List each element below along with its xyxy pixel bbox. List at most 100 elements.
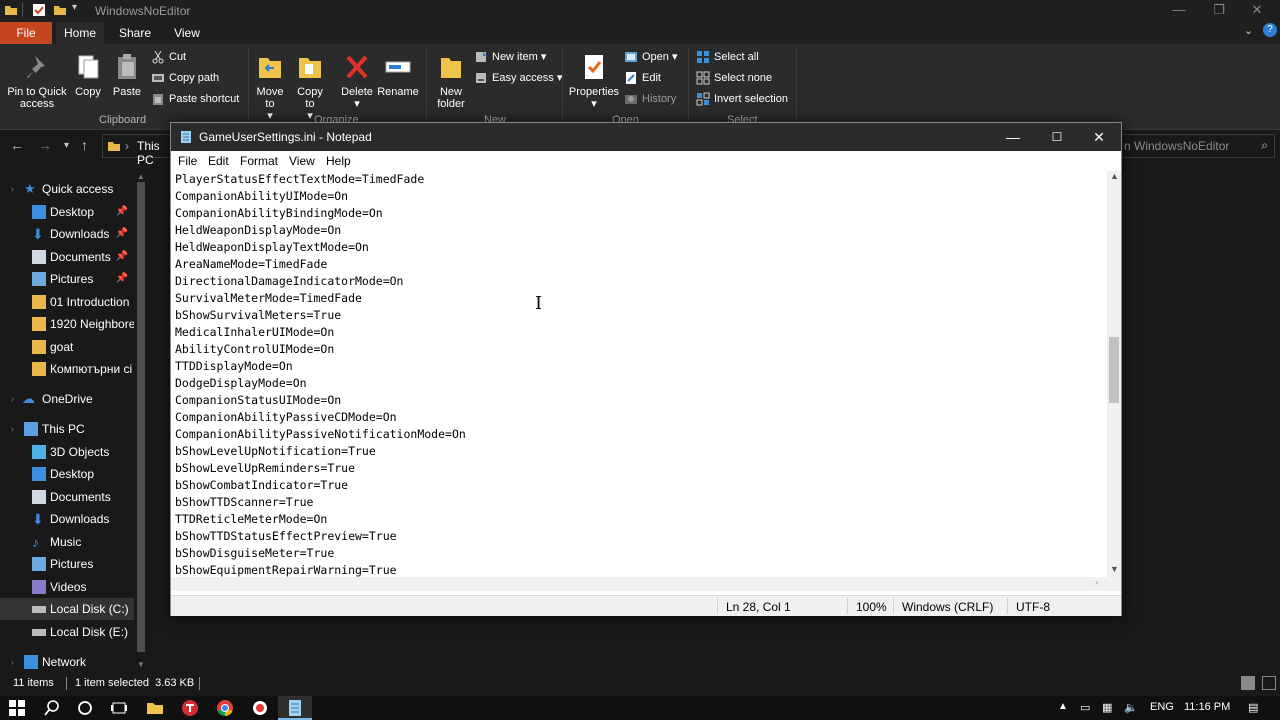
- nav-item-pictures[interactable]: Pictures: [0, 553, 134, 575]
- notepad-close-button[interactable]: ✕: [1077, 123, 1121, 151]
- new-folder-button[interactable]: New folder: [432, 52, 470, 110]
- paste-shortcut-button[interactable]: Paste shortcut: [151, 90, 239, 108]
- notepad-text-area[interactable]: PlayerStatusEffectTextMode=TimedFade Comp…: [171, 171, 1107, 577]
- recent-locations-chevron-icon[interactable]: ▾: [64, 140, 69, 151]
- quick-access-toolbar-chevron-icon[interactable]: ▾: [72, 2, 77, 13]
- tab-home[interactable]: Home: [56, 22, 104, 44]
- details-view-icon[interactable]: [1241, 676, 1255, 690]
- up-arrow-icon[interactable]: ↑: [81, 137, 88, 153]
- scroll-down-icon[interactable]: ▼: [137, 660, 145, 669]
- nav-item-folder[interactable]: 01 Introduction: [0, 291, 134, 313]
- scroll-up-icon[interactable]: ▲: [137, 172, 145, 181]
- app-t-icon[interactable]: [181, 699, 199, 717]
- meet-now-icon[interactable]: ▭: [1080, 701, 1090, 714]
- delete-button[interactable]: Delete ▾: [338, 52, 376, 110]
- tab-share[interactable]: Share: [110, 22, 160, 44]
- breadcrumb-this-pc[interactable]: This PC: [137, 139, 160, 167]
- new-item-button[interactable]: New item ▾: [474, 48, 546, 66]
- notepad-horizontal-scrollbar[interactable]: ›: [171, 577, 1121, 591]
- windows-start-icon[interactable]: [8, 699, 26, 717]
- nav-quick-access[interactable]: › ★ Quick access: [0, 178, 134, 200]
- record-icon[interactable]: [251, 699, 269, 717]
- invert-selection-button[interactable]: Invert selection: [696, 90, 788, 108]
- nav-item-desktop[interactable]: Desktop: [0, 463, 134, 485]
- nav-item-downloads[interactable]: ⬇ Downloads: [0, 508, 134, 530]
- notepad-taskbar-button[interactable]: [278, 696, 312, 720]
- menu-help[interactable]: Help: [326, 154, 351, 168]
- scrollbar-thumb[interactable]: [1109, 337, 1119, 403]
- nav-item-downloads[interactable]: ⬇ Downloads 📌: [0, 223, 134, 245]
- nav-item-documents[interactable]: Documents 📌: [0, 246, 134, 268]
- close-button[interactable]: ✕: [1234, 0, 1280, 22]
- expand-chevron-icon[interactable]: ›: [11, 178, 14, 200]
- clock[interactable]: 11:16 PM: [1184, 701, 1230, 713]
- nav-this-pc[interactable]: › This PC: [0, 418, 134, 440]
- edit-button[interactable]: Edit: [624, 69, 661, 87]
- cut-button[interactable]: Cut: [151, 48, 186, 66]
- network-icon[interactable]: ▦: [1102, 701, 1112, 714]
- notepad-minimize-button[interactable]: —: [991, 123, 1035, 151]
- scroll-right-icon[interactable]: ›: [1095, 577, 1098, 587]
- large-icons-view-icon[interactable]: [1262, 676, 1276, 690]
- properties-button[interactable]: Properties ▾: [566, 52, 622, 110]
- history-button[interactable]: History: [624, 90, 676, 108]
- properties-check-icon[interactable]: [32, 3, 46, 17]
- menu-format[interactable]: Format: [240, 154, 278, 168]
- paste-button[interactable]: Paste: [110, 52, 144, 98]
- nav-item-local-disk-e[interactable]: Local Disk (E:): [0, 621, 134, 643]
- file-explorer-taskbar-icon[interactable]: [146, 699, 164, 717]
- select-all-button[interactable]: Select all: [696, 48, 759, 66]
- nav-item-local-disk-c[interactable]: Local Disk (C:): [0, 598, 134, 620]
- volume-icon[interactable]: 🔈: [1124, 701, 1138, 714]
- menu-file[interactable]: File: [178, 154, 197, 168]
- pin-to-quick-access-button[interactable]: Pin to Quick access: [4, 52, 70, 110]
- expand-chevron-icon[interactable]: ›: [11, 388, 14, 410]
- action-center-icon[interactable]: ▤: [1248, 701, 1258, 714]
- cortana-icon[interactable]: [76, 699, 94, 717]
- new-folder-icon[interactable]: [53, 3, 67, 17]
- copy-to-button[interactable]: Copy to ▾: [294, 52, 326, 122]
- menu-edit[interactable]: Edit: [208, 154, 229, 168]
- expand-chevron-icon[interactable]: ›: [11, 418, 14, 440]
- text-cursor-icon: I: [535, 293, 543, 314]
- notepad-vertical-scrollbar[interactable]: ▲ ▼: [1107, 171, 1121, 577]
- nav-item-desktop[interactable]: Desktop 📌: [0, 201, 134, 223]
- tab-file[interactable]: File: [0, 22, 52, 44]
- nav-network[interactable]: › Network: [0, 651, 134, 673]
- nav-item-videos[interactable]: Videos: [0, 576, 134, 598]
- nav-onedrive[interactable]: › ☁ OneDrive: [0, 388, 134, 410]
- scroll-down-icon[interactable]: ▼: [1110, 564, 1119, 574]
- scrollbar-thumb[interactable]: [137, 182, 145, 652]
- nav-item-documents[interactable]: Documents: [0, 486, 134, 508]
- ribbon-collapse-icon[interactable]: ⌄: [1244, 24, 1253, 37]
- chrome-icon[interactable]: [216, 699, 234, 717]
- address-input[interactable]: › This PC: [102, 134, 172, 167]
- easy-access-button[interactable]: Easy access ▾: [474, 69, 562, 87]
- nav-item-folder[interactable]: goat: [0, 336, 134, 358]
- copy-button[interactable]: Copy: [72, 52, 104, 98]
- nav-item-music[interactable]: ♪ Music: [0, 531, 134, 553]
- notepad-maximize-button[interactable]: ☐: [1035, 123, 1079, 151]
- tab-view[interactable]: View: [164, 22, 210, 44]
- nav-item-folder[interactable]: Компютърни сі: [0, 358, 134, 380]
- help-icon[interactable]: ?: [1263, 23, 1277, 37]
- search-input[interactable]: n WindowsNoEditor ⌕: [1120, 134, 1275, 158]
- move-to-button[interactable]: Move to ▾: [254, 52, 286, 122]
- scroll-up-icon[interactable]: ▲: [1110, 171, 1119, 181]
- nav-item-folder[interactable]: 1920 Neighbore: [0, 313, 134, 335]
- copy-path-button[interactable]: Copy path: [151, 69, 219, 87]
- forward-arrow-icon[interactable]: →: [38, 137, 52, 153]
- search-icon[interactable]: [43, 699, 61, 717]
- nav-item-pictures[interactable]: Pictures 📌: [0, 268, 134, 290]
- nav-item-3d-objects[interactable]: 3D Objects: [0, 441, 134, 463]
- expand-chevron-icon[interactable]: ›: [11, 651, 14, 673]
- menu-view[interactable]: View: [289, 154, 315, 168]
- tray-overflow-chevron-icon[interactable]: ▲: [1058, 701, 1068, 712]
- rename-button[interactable]: Rename: [376, 52, 420, 98]
- select-none-button[interactable]: Select none: [696, 69, 772, 87]
- task-view-icon[interactable]: [110, 699, 128, 717]
- language-indicator[interactable]: ENG: [1150, 701, 1174, 713]
- back-arrow-icon[interactable]: ←: [10, 137, 24, 153]
- navigation-pane-scrollbar[interactable]: ▲ ▼: [134, 172, 148, 672]
- open-button[interactable]: Open ▾: [624, 48, 678, 66]
